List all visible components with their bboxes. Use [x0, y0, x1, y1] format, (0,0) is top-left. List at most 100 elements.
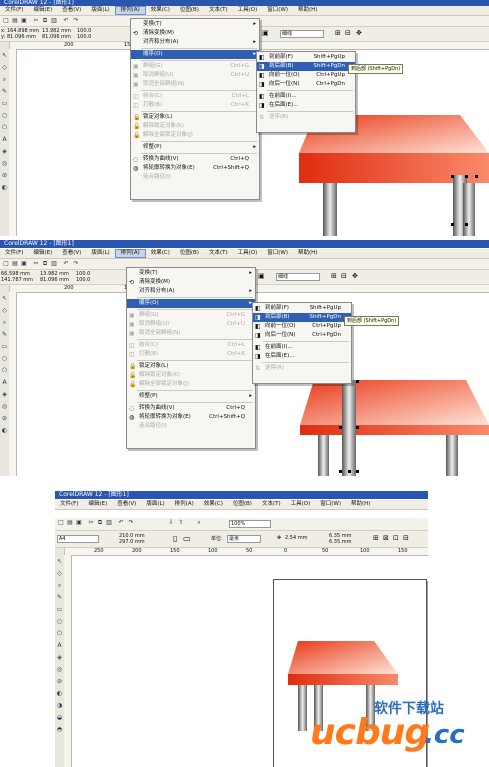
target-icon[interactable]: ✥ — [352, 272, 358, 280]
menu-window[interactable]: 窗口(W) — [315, 500, 346, 509]
menu-tools[interactable]: 工具(O) — [233, 6, 263, 15]
polygon-tool-icon[interactable]: ⬠ — [56, 630, 63, 637]
save-icon[interactable]: ▣ — [75, 519, 83, 526]
duplicate-y[interactable]: 6.35 mm — [329, 539, 351, 545]
rectangle-tool-icon[interactable]: ▭ — [1, 100, 8, 107]
cut-icon[interactable]: ✂ — [87, 519, 95, 526]
new-icon[interactable]: □ — [2, 17, 10, 24]
outline-width-select[interactable]: 细线 — [276, 273, 320, 281]
convert-icon[interactable]: ⊞ — [331, 272, 337, 280]
shape-tool-icon[interactable]: ◇ — [1, 307, 8, 314]
arrange-menu-item[interactable]: ◍ 将轮廓转换为对象(E) Ctrl+Shift+Q — [131, 164, 259, 173]
redo-icon[interactable]: ↷ — [127, 519, 135, 526]
menu-bitmaps[interactable]: 位图(B) — [175, 249, 204, 258]
scale-y-value[interactable]: 100.0 — [76, 277, 90, 283]
menu-window[interactable]: 窗口(W) — [262, 249, 293, 258]
menu-effects[interactable]: 效果(C) — [199, 500, 228, 509]
menu-edit[interactable]: 编辑(E) — [28, 6, 57, 15]
menu-arrange[interactable]: 排列(A) — [114, 249, 146, 258]
menu-arrange[interactable]: 排列(A) — [114, 6, 146, 15]
copy-icon[interactable]: ⧉ — [41, 260, 49, 267]
interactive-blend-icon[interactable]: ◑ — [56, 702, 63, 709]
arrange-menu-item[interactable]: ◍ 将轮廓转换为对象(E) Ctrl+Shift+Q — [127, 413, 255, 422]
layout-icon[interactable]: ⊟ — [403, 534, 409, 542]
menu-tools[interactable]: 工具(O) — [286, 500, 316, 509]
polygon-tool-icon[interactable]: ⬠ — [1, 124, 8, 131]
zoom-tool-icon[interactable]: ⌕ — [56, 582, 63, 589]
outline-tool-icon[interactable]: ◎ — [1, 160, 8, 167]
new-icon[interactable]: □ — [2, 260, 10, 267]
rectangle-tool-icon[interactable]: ▭ — [56, 606, 63, 613]
arrange-menu-item[interactable]: 顺序(O) ▸ — [127, 299, 255, 308]
menu-view[interactable]: 查看(V) — [57, 6, 86, 15]
arrange-menu-item[interactable]: ◌ 转换为曲线(V) Ctrl+Q — [131, 155, 259, 164]
page-size-select[interactable]: A4 — [57, 535, 99, 543]
text-tool-icon[interactable]: A — [1, 136, 8, 143]
arrange-menu-item[interactable]: ⟲ 清除变换(M) — [131, 29, 259, 38]
arrange-menu-item[interactable]: 修整(P) ▸ — [131, 143, 259, 152]
rectangle-tool-icon[interactable]: ▭ — [1, 343, 8, 350]
menu-layout[interactable]: 版面(L) — [86, 6, 114, 15]
menu-help[interactable]: 帮助(H) — [293, 249, 322, 258]
interactive-fill-icon[interactable]: ◐ — [56, 690, 63, 697]
order-menu-item[interactable]: ◨ 向后一位(N) Ctrl+PgDn — [257, 80, 355, 89]
pick-tool-icon[interactable]: ↖ — [1, 295, 8, 302]
eyedropper-tool-icon[interactable]: ⊘ — [56, 678, 63, 685]
shape-tool-icon[interactable]: ◇ — [56, 570, 63, 577]
arrange-menu-item[interactable]: 对齐和分布(A) ▸ — [131, 38, 259, 47]
order-menu-item[interactable]: ◧ 到前部(F) Shift+PgUp — [253, 304, 351, 313]
order-menu-item[interactable]: ◨ 到后部(B) Shift+PgDn — [253, 313, 351, 322]
wrap-icon[interactable]: ⊟ — [345, 29, 351, 37]
menu-layout[interactable]: 版面(L) — [86, 249, 114, 258]
menu-effects[interactable]: 效果(C) — [146, 6, 175, 15]
redo-icon[interactable]: ↷ — [72, 17, 80, 24]
menu-edit[interactable]: 编辑(E) — [83, 500, 112, 509]
menu-text[interactable]: 文本(T) — [204, 249, 233, 258]
freehand-tool-icon[interactable]: ✎ — [1, 88, 8, 95]
fill-tool-icon[interactable]: ◈ — [1, 148, 8, 155]
undo-icon[interactable]: ↶ — [117, 519, 125, 526]
options-icon[interactable]: ⊡ — [393, 534, 399, 542]
menu-tools[interactable]: 工具(O) — [233, 249, 263, 258]
arrange-menu-item[interactable]: 修整(P) ▸ — [127, 392, 255, 401]
text-tool-icon[interactable]: A — [1, 379, 8, 386]
menu-window[interactable]: 窗口(W) — [262, 6, 293, 15]
portrait-icon[interactable]: ▯ — [173, 534, 177, 543]
menu-help[interactable]: 帮助(H) — [293, 6, 322, 15]
order-menu-item[interactable]: ◨ 在后面(E)... — [253, 352, 351, 361]
y-position[interactable]: 141.787 mm — [1, 277, 33, 283]
order-menu-item[interactable]: ◨ 在后面(E)... — [257, 101, 355, 110]
nudge-distance[interactable]: 2.54 mm — [285, 535, 307, 541]
pick-tool-icon[interactable]: ↖ — [56, 558, 63, 565]
ellipse-tool-icon[interactable]: ○ — [1, 355, 8, 362]
menu-arrange[interactable]: 排列(A) — [170, 500, 199, 509]
open-icon[interactable]: ▤ — [11, 17, 19, 24]
order-menu-item[interactable]: ◧ 在前面(I)... — [253, 343, 351, 352]
menu-view[interactable]: 查看(V) — [57, 249, 86, 258]
menu-view[interactable]: 查看(V) — [112, 500, 141, 509]
pick-tool-icon[interactable]: ↖ — [1, 52, 8, 59]
menu-file[interactable]: 文件(F) — [0, 6, 28, 15]
interactive-fill-icon[interactable]: ◐ — [1, 184, 8, 191]
menu-effects[interactable]: 效果(C) — [146, 249, 175, 258]
fill-tool-icon[interactable]: ◈ — [1, 391, 8, 398]
menu-edit[interactable]: 编辑(E) — [28, 249, 57, 258]
height-value[interactable]: 81.096 mm — [40, 277, 69, 283]
arrange-menu-item[interactable]: 顺序(O) ▸ — [131, 50, 259, 59]
cut-icon[interactable]: ✂ — [32, 260, 40, 267]
wrap-icon[interactable]: ⊟ — [341, 272, 347, 280]
freehand-tool-icon[interactable]: ✎ — [1, 331, 8, 338]
transparency-icon[interactable]: ◒ — [56, 714, 63, 721]
new-icon[interactable]: □ — [57, 519, 65, 526]
eyedropper-tool-icon[interactable]: ⊘ — [1, 415, 8, 422]
menu-file[interactable]: 文件(F) — [0, 249, 28, 258]
paste-icon[interactable]: ▥ — [50, 17, 58, 24]
order-menu-item[interactable]: ◧ 向前一位(O) Ctrl+PgUp — [257, 71, 355, 80]
arrange-menu-item[interactable]: 对齐和分布(A) ▸ — [127, 287, 255, 296]
arrange-menu-item[interactable]: ⟲ 清除变换(M) — [127, 278, 255, 287]
paste-icon[interactable]: ▥ — [105, 519, 113, 526]
menu-bitmaps[interactable]: 位图(B) — [228, 500, 257, 509]
menu-bitmaps[interactable]: 位图(B) — [175, 6, 204, 15]
interactive-fill-icon[interactable]: ◐ — [1, 427, 8, 434]
menu-help[interactable]: 帮助(H) — [346, 500, 375, 509]
